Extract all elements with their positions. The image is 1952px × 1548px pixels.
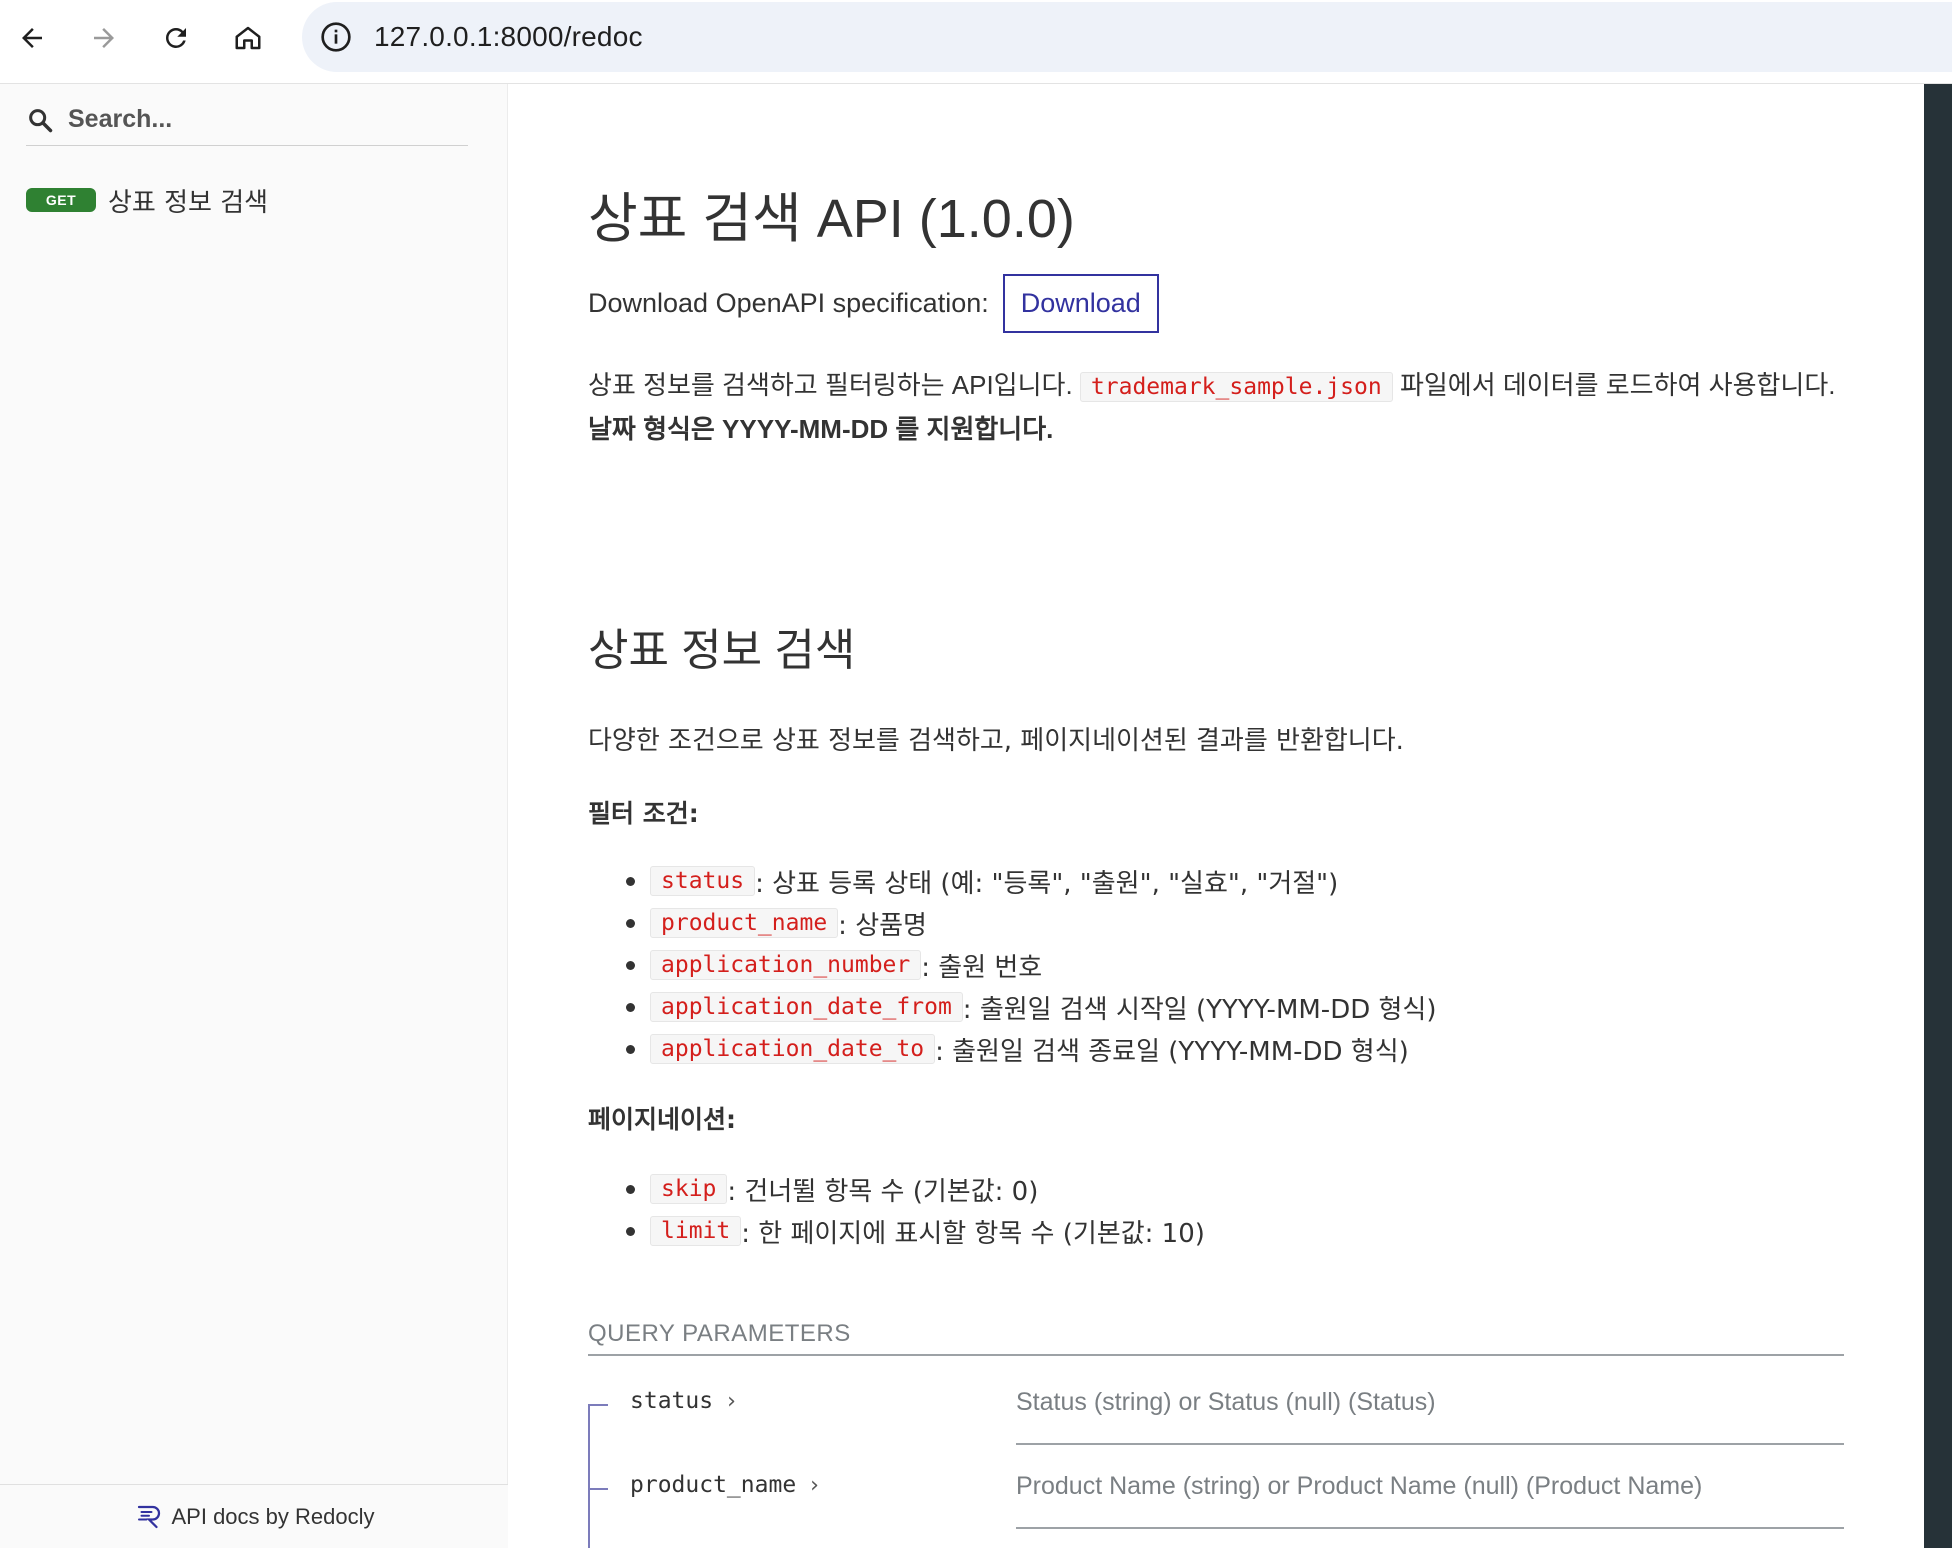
list-item: skip: 건너뛸 항목 수 (기본값: 0)	[618, 1168, 1205, 1210]
filter-code: application_date_from	[650, 992, 963, 1022]
param-row-product-name: product_name › Product Name (string) or …	[588, 1472, 1844, 1548]
home-icon	[235, 26, 261, 50]
param-tree-tick	[588, 1404, 608, 1406]
search-box[interactable]	[26, 94, 468, 146]
param-name-text: status	[630, 1388, 714, 1414]
list-item: product_name: 상품명	[618, 902, 1436, 944]
forward-button[interactable]	[80, 14, 128, 62]
pagination-code: limit	[650, 1216, 742, 1246]
sidebar-item-label: 상표 정보 검색	[108, 187, 269, 218]
param-name-text: product_name	[630, 1472, 797, 1498]
list-item: application_number: 출원 번호	[618, 944, 1436, 986]
filter-text: : 상표 등록 상태 (예: "등록", "출원", "실효", "거절")	[755, 868, 1339, 899]
list-item: status: 상표 등록 상태 (예: "등록", "출원", "실효", "…	[618, 860, 1436, 902]
filter-heading: 필터 조건:	[588, 799, 699, 828]
filter-code: application_number	[650, 950, 922, 980]
param-tree-line	[588, 1488, 590, 1548]
pagination-list: skip: 건너뛸 항목 수 (기본값: 0) limit: 한 페이지에 표시…	[618, 1168, 1205, 1252]
filter-code: application_date_to	[650, 1034, 936, 1064]
get-method-badge: GET	[26, 188, 96, 212]
sidebar: GET 상표 정보 검색 API docs by Redocly	[0, 84, 508, 1548]
pagination-text: : 한 페이지에 표시할 항목 수 (기본값: 10)	[741, 1218, 1205, 1249]
filter-code: status	[650, 866, 756, 896]
chevron-right-icon: ›	[727, 1388, 736, 1414]
desc-bold-note: 날짜 형식은 YYYY-MM-DD 를 지원합니다.	[588, 414, 1054, 444]
address-bar[interactable]: 127.0.0.1:8000/redoc	[302, 2, 1952, 72]
api-description: 상표 정보를 검색하고 필터링하는 API입니다. trademark_samp…	[588, 364, 1848, 450]
arrow-left-icon	[22, 28, 42, 48]
query-parameters-heading: QUERY PARAMETERS	[588, 1320, 1844, 1356]
filter-text: : 출원일 검색 종료일 (YYYY-MM-DD 형식)	[935, 1036, 1409, 1067]
redocly-link[interactable]: API docs by Redocly	[0, 1484, 508, 1548]
filter-code: product_name	[650, 908, 839, 938]
api-title: 상표 검색 API (1.0.0)	[588, 189, 1075, 249]
param-type-status: Status (string) or Status (null) (Status…	[1016, 1388, 1844, 1445]
param-name-status[interactable]: status ›	[630, 1388, 736, 1414]
back-button[interactable]	[8, 14, 56, 62]
list-item: application_date_to: 출원일 검색 종료일 (YYYY-MM…	[618, 1028, 1436, 1070]
main-content: 상표 검색 API (1.0.0) Download OpenAPI speci…	[508, 84, 1924, 1548]
home-button[interactable]	[224, 14, 272, 62]
search-input[interactable]	[68, 105, 448, 134]
redocly-footer-text: API docs by Redocly	[171, 1503, 375, 1529]
url-text[interactable]: 127.0.0.1:8000/redoc	[374, 21, 643, 53]
download-row: Download OpenAPI specification: Download	[588, 274, 1159, 333]
search-icon	[29, 108, 53, 132]
arrow-right-icon	[94, 28, 114, 48]
browser-toolbar: 127.0.0.1:8000/redoc	[0, 0, 1952, 84]
download-label: Download OpenAPI specification:	[588, 288, 989, 318]
filter-list: status: 상표 등록 상태 (예: "등록", "출원", "실효", "…	[618, 860, 1436, 1070]
chevron-right-icon: ›	[810, 1472, 819, 1498]
info-icon[interactable]	[318, 19, 354, 55]
param-tree-line	[588, 1404, 590, 1488]
param-type-product-name: Product Name (string) or Product Name (n…	[1016, 1472, 1844, 1529]
reload-icon	[166, 27, 186, 48]
list-item: application_date_from: 출원일 검색 시작일 (YYYY-…	[618, 986, 1436, 1028]
reload-button[interactable]	[152, 14, 200, 62]
pagination-code: skip	[650, 1174, 728, 1204]
sidebar-item-trademark-search[interactable]: GET 상표 정보 검색	[26, 180, 268, 220]
pagination-text: : 건너뛸 항목 수 (기본값: 0)	[727, 1176, 1039, 1207]
operation-description: 다양한 조건으로 상표 정보를 검색하고, 페이지네이션된 결과를 반환합니다.	[588, 726, 1404, 756]
operation-title: 상표 정보 검색	[588, 626, 856, 675]
desc-text-pre: 상표 정보를 검색하고 필터링하는 API입니다.	[588, 370, 1073, 400]
list-item: limit: 한 페이지에 표시할 항목 수 (기본값: 10)	[618, 1210, 1205, 1252]
filter-text: : 출원일 검색 시작일 (YYYY-MM-DD 형식)	[962, 994, 1437, 1025]
param-tree-tick	[588, 1488, 608, 1490]
pagination-heading: 페이지네이션:	[588, 1105, 736, 1134]
redocly-logo-icon	[137, 1505, 160, 1528]
desc-text-post: 파일에서 데이터를 로드하여 사용합니다.	[1399, 370, 1836, 400]
right-panel-strip	[1924, 84, 1952, 1548]
desc-code-file: trademark_sample.json	[1079, 372, 1393, 402]
filter-text: : 출원 번호	[921, 952, 1043, 983]
download-button[interactable]: Download	[1002, 274, 1159, 333]
param-name-product-name[interactable]: product_name ›	[630, 1472, 819, 1498]
filter-text: : 상품명	[838, 910, 927, 941]
